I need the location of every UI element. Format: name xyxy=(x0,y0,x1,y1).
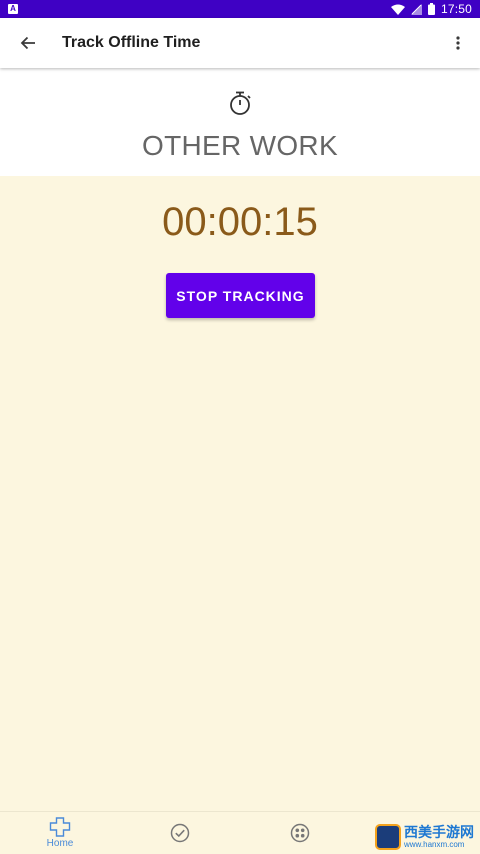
status-bar: A 17:50 xyxy=(0,0,480,18)
status-left: A xyxy=(8,4,18,14)
back-button[interactable] xyxy=(0,18,56,68)
tracker-panel: 00:00:15 STOP TRACKING xyxy=(0,176,480,811)
overflow-menu-button[interactable] xyxy=(436,18,480,68)
health-cross-icon xyxy=(49,817,71,837)
notification-icon: A xyxy=(8,4,18,14)
watermark-url: www.hanxm.com xyxy=(404,840,465,849)
watermark-text: 西美手游网 www.hanxm.com xyxy=(404,824,474,850)
nav-item-home[interactable]: Home xyxy=(0,812,120,854)
arrow-left-icon xyxy=(20,36,35,50)
stopwatch-icon xyxy=(230,91,251,115)
nav-label-home: Home xyxy=(46,838,74,849)
signal-icon xyxy=(410,3,422,15)
nav-item-completed[interactable] xyxy=(120,812,240,854)
elapsed-timer: 00:00:15 xyxy=(162,200,318,244)
watermark-logo-icon xyxy=(375,824,401,850)
apps-circle-icon xyxy=(290,823,310,843)
app-bar: Track Offline Time xyxy=(0,18,480,68)
more-vert-icon xyxy=(456,36,460,50)
wifi-icon xyxy=(390,4,405,15)
nav-item-apps[interactable] xyxy=(240,812,360,854)
battery-icon xyxy=(427,3,435,15)
check-circle-icon xyxy=(170,823,190,843)
clock: 17:50 xyxy=(440,2,472,16)
stop-tracking-button[interactable]: STOP TRACKING xyxy=(166,273,315,318)
category-header: OTHER WORK xyxy=(0,68,480,176)
watermark: 西美手游网 www.hanxm.com xyxy=(375,824,474,850)
watermark-name: 西美手游网 xyxy=(404,824,474,840)
page-title: Track Offline Time xyxy=(62,34,201,51)
status-right: 17:50 xyxy=(390,2,472,16)
category-title: OTHER WORK xyxy=(142,130,338,161)
